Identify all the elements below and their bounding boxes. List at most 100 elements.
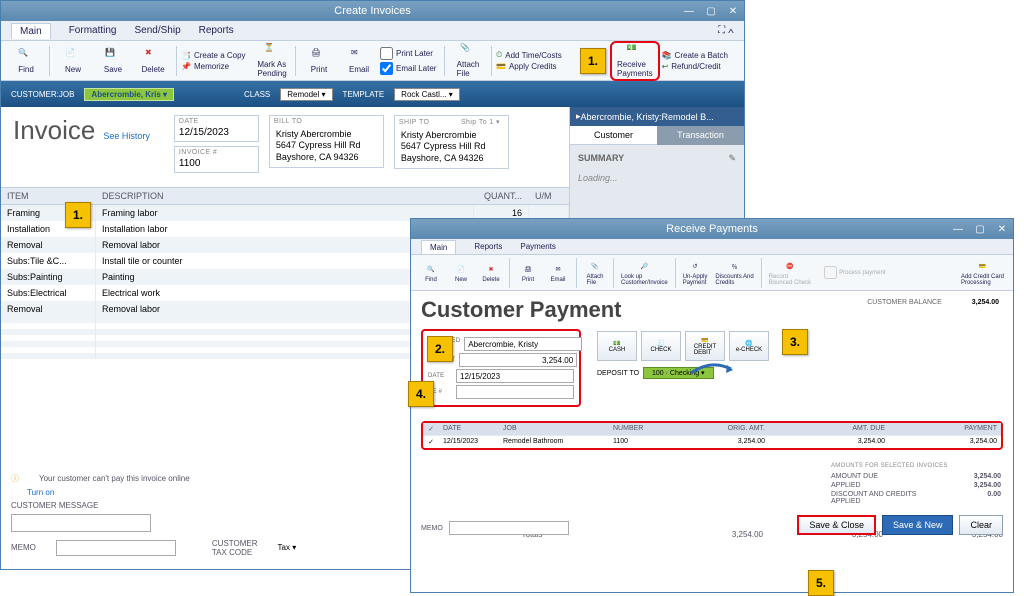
expand-icon[interactable]: ⛶ ∧ bbox=[718, 25, 734, 36]
email-icon: ✉ bbox=[351, 48, 367, 64]
received-from-input[interactable] bbox=[464, 337, 582, 351]
credit-button[interactable]: 💳CREDIT DEBIT bbox=[685, 331, 725, 361]
edit-icon[interactable]: ✎ bbox=[728, 153, 736, 164]
bill-to-box[interactable]: BILL TO Kristy Abercrombie 5647 Cypress … bbox=[269, 115, 384, 168]
customer-crumb[interactable]: ▸ Abercrombie, Kristy:Remodel B... bbox=[570, 107, 744, 126]
tab-send-ship[interactable]: Send/Ship bbox=[134, 25, 180, 36]
receive-payments-button[interactable]: 💵Receive Payments bbox=[614, 43, 656, 79]
email-button[interactable]: ✉Email bbox=[340, 43, 378, 79]
maximize-icon[interactable]: ▢ bbox=[704, 5, 718, 17]
new-button[interactable]: 📄New bbox=[54, 43, 92, 79]
customer-message-label: CUSTOMER MESSAGE bbox=[11, 501, 98, 510]
col-job: JOB bbox=[499, 423, 609, 435]
add-time-costs-button[interactable]: ⏲Add Time/Costs bbox=[496, 50, 576, 60]
ship-to-box[interactable]: SHIP TO Ship To 1 ▾ Kristy Abercrombie 5… bbox=[394, 115, 509, 169]
close-icon[interactable]: ✕ bbox=[995, 223, 1009, 235]
template-select[interactable]: Rock Castl... ▾ bbox=[394, 88, 460, 101]
class-select[interactable]: Remodel ▾ bbox=[280, 88, 332, 101]
col-um: U/M bbox=[529, 188, 569, 204]
cust-balance-value: 3,254.00 bbox=[972, 299, 999, 306]
tab-main[interactable]: Main bbox=[11, 23, 51, 39]
lookup-button[interactable]: 🔎Look up Customer/Invoice bbox=[618, 259, 671, 286]
print-button[interactable]: 🖨Print bbox=[514, 262, 542, 283]
create-batch-button[interactable]: 📚Create a Batch bbox=[662, 51, 737, 60]
apply-credits-button[interactable]: 💳Apply Credits bbox=[496, 62, 576, 71]
delete-button[interactable]: ✖Delete bbox=[134, 43, 172, 79]
col-due: AMT. DUE bbox=[769, 423, 889, 435]
minimize-icon[interactable]: — bbox=[951, 223, 965, 235]
col-number: NUMBER bbox=[609, 423, 669, 435]
email-button[interactable]: ✉Email bbox=[544, 262, 572, 283]
attach-icon: 📎 bbox=[588, 259, 602, 273]
tab-payments[interactable]: Payments bbox=[520, 242, 556, 251]
attach-file-button[interactable]: 📎Attach File bbox=[449, 43, 487, 79]
cust-balance-label: CUSTOMER BALANCE bbox=[867, 299, 942, 306]
search-icon: 🔍 bbox=[18, 48, 34, 64]
amount-input[interactable] bbox=[459, 353, 577, 367]
discounts-button[interactable]: ％Discounts And Credits bbox=[712, 259, 756, 286]
ship-to-select[interactable]: Ship To 1 ▾ bbox=[457, 118, 504, 126]
customer-message-input[interactable] bbox=[11, 514, 151, 532]
card-icon: 💳 bbox=[975, 259, 989, 273]
cust-tax-code-select[interactable]: Tax ▾ bbox=[278, 543, 297, 552]
date-input[interactable] bbox=[456, 369, 574, 383]
echeck-button[interactable]: 🌐e-CHECK bbox=[729, 331, 769, 361]
save-icon: 💾 bbox=[105, 48, 121, 64]
mark-pending-button[interactable]: ⏳Mark As Pending bbox=[253, 43, 291, 79]
print-button[interactable]: 🖨Print bbox=[300, 43, 338, 79]
print-later-checkbox[interactable]: Print Later bbox=[380, 47, 440, 60]
row-check[interactable]: ✓ bbox=[423, 436, 439, 448]
minimize-icon[interactable]: — bbox=[682, 5, 696, 17]
memo-input[interactable] bbox=[56, 540, 176, 556]
tab-formatting[interactable]: Formatting bbox=[69, 25, 117, 36]
echeck-icon: 🌐 bbox=[745, 340, 752, 347]
refund-credit-button[interactable]: ↩Refund/Credit bbox=[662, 62, 737, 71]
batch-icon: 📚 bbox=[662, 51, 672, 60]
pay-save-close-button[interactable]: Save & Close bbox=[797, 515, 876, 535]
credits-icon: 💳 bbox=[496, 62, 506, 71]
callout-1: 1. bbox=[65, 202, 91, 228]
delete-icon: ✖ bbox=[484, 262, 498, 276]
tab-reports[interactable]: Reports bbox=[199, 25, 234, 36]
maximize-icon[interactable]: ▢ bbox=[973, 223, 987, 235]
turn-on-link[interactable]: Turn on bbox=[27, 488, 54, 497]
see-history-link[interactable]: See History bbox=[103, 131, 150, 173]
invoice-no-field[interactable]: INVOICE # 1100 bbox=[174, 146, 259, 173]
memo-label: MEMO bbox=[11, 543, 36, 552]
memorize-button[interactable]: 📌Memorize bbox=[181, 62, 251, 71]
create-copy-button[interactable]: 📑Create a Copy bbox=[181, 51, 251, 60]
tab-reports[interactable]: Reports bbox=[474, 242, 502, 251]
cash-button[interactable]: 💵CASH bbox=[597, 331, 637, 361]
email-later-checkbox[interactable]: Email Later bbox=[380, 62, 440, 75]
customer-job-select[interactable]: Abercrombie, Kris ▾ bbox=[84, 88, 174, 101]
process-payment-checkbox[interactable]: Process payment bbox=[824, 266, 885, 279]
add-card-button[interactable]: 💳Add Credit Card Processing bbox=[958, 259, 1007, 286]
online-pay-msg: Your customer can't pay this invoice onl… bbox=[39, 474, 190, 483]
pay-memo-input[interactable] bbox=[449, 521, 569, 535]
lookup-icon: 🔎 bbox=[637, 259, 651, 273]
delete-button[interactable]: ✖Delete bbox=[477, 262, 505, 283]
payment-grid-row[interactable]: ✓ 12/15/2023 Remodel Bathroom 1100 3,254… bbox=[423, 435, 1001, 448]
close-icon[interactable]: ✕ bbox=[726, 5, 740, 17]
callout-4: 4. bbox=[408, 381, 434, 407]
col-qty: QUANT... bbox=[474, 188, 529, 204]
attach-file-button[interactable]: 📎Attach File bbox=[581, 259, 609, 286]
new-button[interactable]: 📄New bbox=[447, 262, 475, 283]
date-field[interactable]: DATE 12/15/2023 bbox=[174, 115, 259, 142]
pay-save-new-button[interactable]: Save & New bbox=[882, 515, 954, 535]
find-button[interactable]: 🔍Find bbox=[7, 43, 45, 79]
pay-titlebar[interactable]: Receive Payments — ▢ ✕ bbox=[411, 219, 1013, 239]
pay-clear-button[interactable]: Clear bbox=[959, 515, 1003, 535]
check-button[interactable]: 🧾CHECK bbox=[641, 331, 681, 361]
ref-no-input[interactable] bbox=[456, 385, 574, 399]
unapply-button[interactable]: ↺Un-Apply Payment bbox=[680, 259, 711, 286]
class-label: CLASS bbox=[244, 90, 270, 99]
tab-transaction[interactable]: Transaction bbox=[657, 126, 744, 145]
save-button[interactable]: 💾Save bbox=[94, 43, 132, 79]
record-bounced-button[interactable]: ⛔Record Bounced Check bbox=[766, 259, 814, 286]
tab-main[interactable]: Main bbox=[421, 240, 456, 254]
summary-label: SUMMARY bbox=[578, 153, 736, 163]
find-button[interactable]: 🔍Find bbox=[417, 262, 445, 283]
tab-customer[interactable]: Customer bbox=[570, 126, 657, 145]
invoice-titlebar[interactable]: Create Invoices — ▢ ✕ bbox=[1, 1, 744, 21]
